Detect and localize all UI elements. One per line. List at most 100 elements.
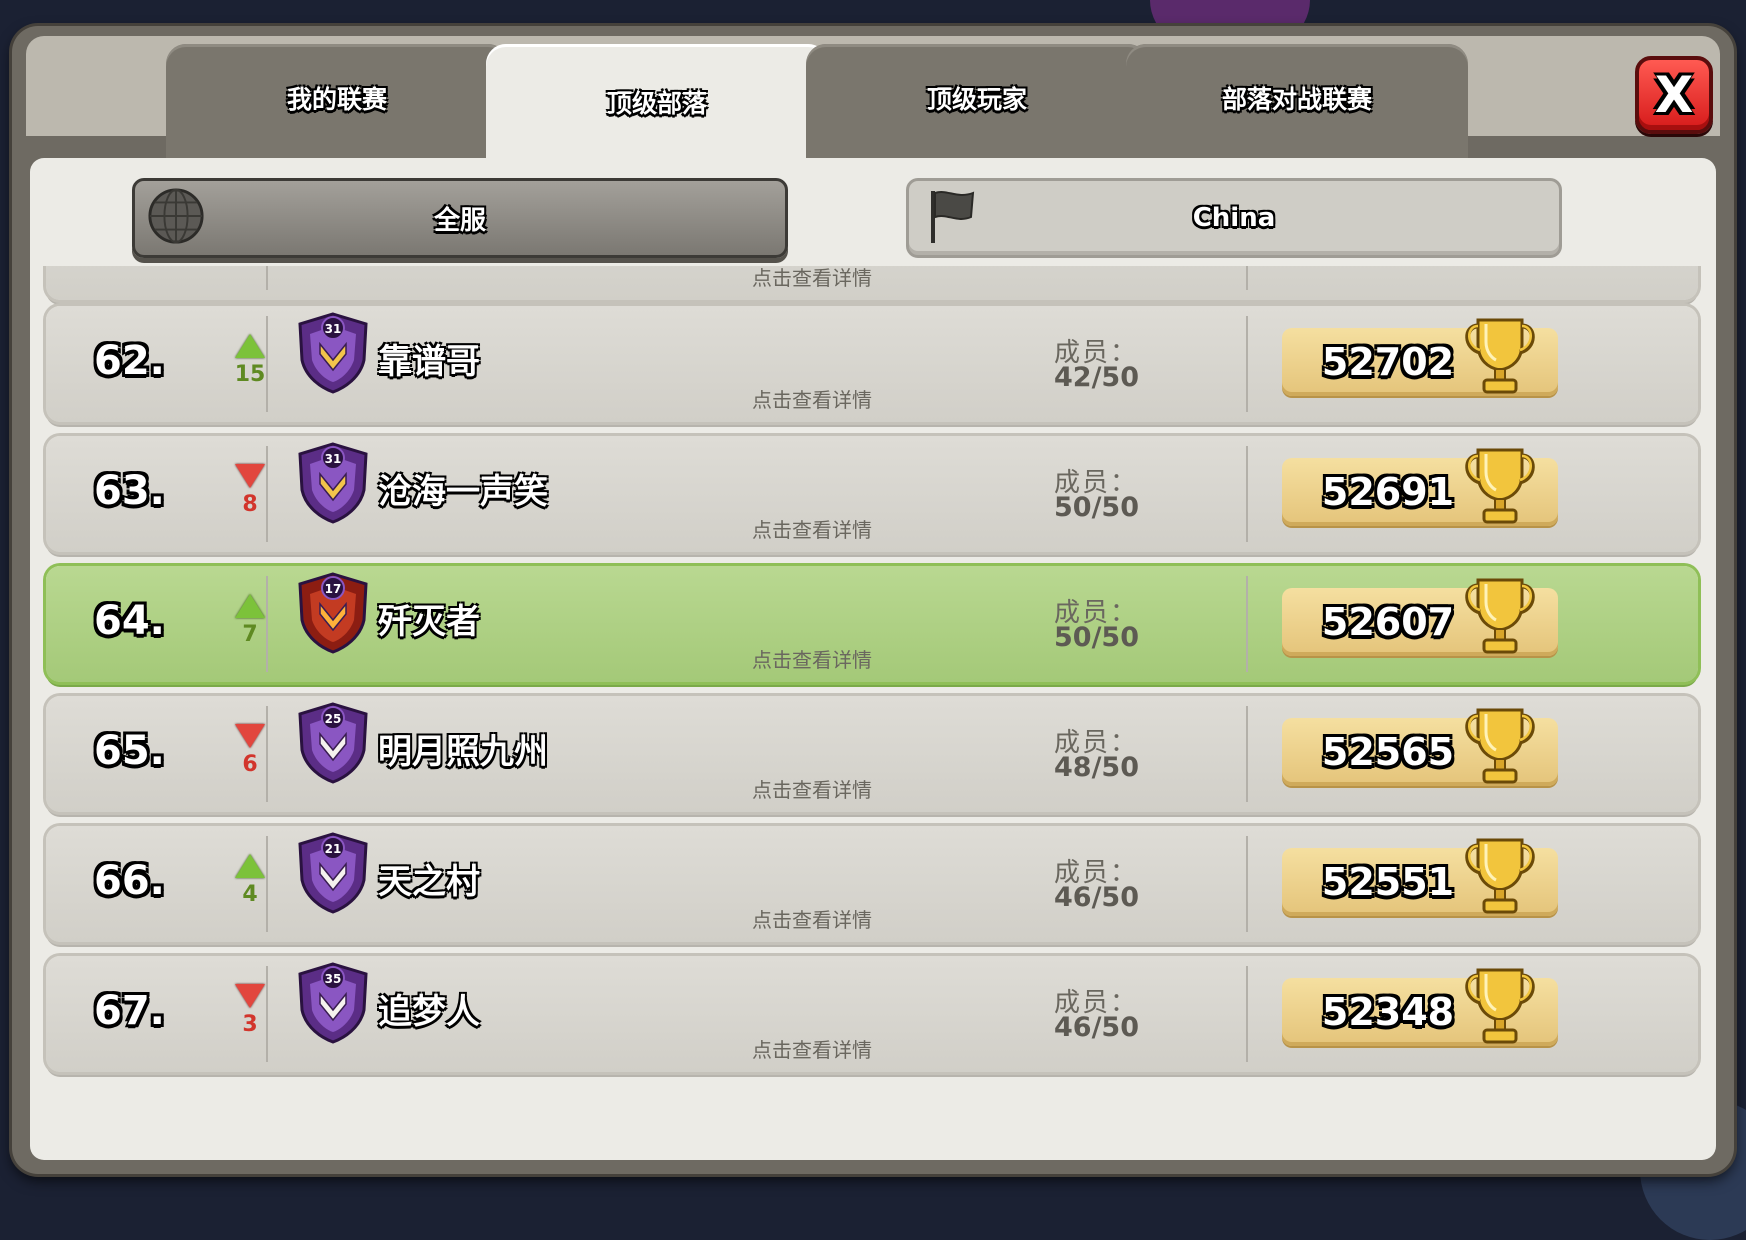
clan-badge-icon: 21	[298, 832, 368, 914]
trophy-count: 52551	[1321, 860, 1455, 904]
country-filter-label: China	[1192, 203, 1276, 233]
clan-name: 沧海一声笑	[378, 472, 548, 512]
trophy-count: 52565	[1321, 730, 1455, 774]
badge-level: 31	[325, 322, 342, 336]
trophy-count: 52607	[1321, 600, 1455, 644]
trophy-count-box: 52348	[1282, 968, 1558, 1046]
content-panel: 全服 China 点击查看详情 62. 15 31 靠谱哥 点击查看详情 成员：…	[30, 158, 1716, 1160]
tab-my-league[interactable]: 我的联赛	[166, 44, 508, 164]
tab-top-players[interactable]: 顶级玩家	[806, 44, 1148, 164]
rank-change: 15	[234, 362, 266, 387]
badge-level: 35	[325, 972, 342, 986]
rank-trend: 3	[232, 984, 268, 1037]
view-details-label: 点击查看详情	[752, 778, 872, 802]
rank-change: 4	[242, 882, 258, 907]
members-count: 46/50	[1054, 1012, 1140, 1043]
rank-number: 64.	[94, 598, 165, 644]
view-details-label: 点击查看详情	[752, 388, 872, 412]
arrow-down-icon	[235, 984, 265, 1008]
clan-badge-icon: 25	[298, 702, 368, 784]
badge-level: 21	[325, 842, 342, 856]
rank-change: 3	[242, 1012, 258, 1037]
rank-trend: 4	[232, 854, 268, 907]
close-button[interactable]: X	[1635, 56, 1713, 134]
flag-icon	[931, 191, 975, 243]
trophy-count: 52702	[1321, 340, 1455, 384]
rank-number: 63.	[94, 468, 165, 514]
members-count: 50/50	[1054, 492, 1140, 523]
members-count: 50/50	[1054, 622, 1140, 653]
rank-trend: 6	[232, 724, 268, 777]
row-divider	[1246, 966, 1248, 1062]
tab-label: 我的联赛	[286, 85, 387, 114]
clan-name: 歼灭者	[378, 602, 480, 642]
row-divider	[266, 576, 268, 672]
row-divider	[1246, 576, 1248, 672]
arrow-up-icon	[235, 854, 265, 878]
badge-level: 17	[325, 582, 342, 596]
members-count: 46/50	[1054, 882, 1140, 913]
arrow-down-icon	[235, 724, 265, 748]
trophy-count-box: 52607	[1282, 578, 1558, 656]
tab-top-clans[interactable]: 顶级部落	[486, 44, 828, 172]
clan-row[interactable]: 64. 7 17 歼灭者 点击查看详情 成员： 50/50 52607	[46, 566, 1698, 682]
tab-clan-war-leagues[interactable]: 部落对战联赛	[1126, 44, 1468, 164]
rank-number: 67.	[94, 988, 165, 1034]
trophy-icon	[1465, 578, 1535, 654]
clan-row[interactable]: 62. 15 31 靠谱哥 点击查看详情 成员： 42/50 52702	[46, 306, 1698, 422]
rank-change: 6	[242, 752, 258, 777]
clan-badge-icon: 31	[298, 442, 368, 524]
leaderboard-window: 我的联赛 顶级部落 顶级玩家 部落对战联赛 X 全服 China 点击查看详情 …	[12, 26, 1734, 1174]
rank-number: 65.	[94, 728, 165, 774]
trophy-count: 52348	[1321, 990, 1455, 1034]
close-icon: X	[1654, 66, 1694, 124]
rank-trend: 15	[232, 334, 268, 387]
row-divider	[1246, 266, 1248, 290]
clan-row[interactable]: 63. 8 31 沧海一声笑 点击查看详情 成员： 50/50 52691	[46, 436, 1698, 552]
rank-change: 7	[242, 622, 258, 647]
row-divider	[266, 966, 268, 1062]
trophy-icon	[1465, 318, 1535, 394]
clan-row[interactable]: 66. 4 21 天之村 点击查看详情 成员： 46/50 52551	[46, 826, 1698, 942]
arrow-up-icon	[235, 334, 265, 358]
row-divider	[266, 446, 268, 542]
trophy-count-box: 52702	[1282, 318, 1558, 396]
view-details-label: 点击查看详情	[752, 518, 872, 542]
tab-label: 顶级玩家	[926, 85, 1027, 114]
row-divider	[1246, 836, 1248, 932]
view-details-label: 点击查看详情	[752, 266, 872, 290]
row-divider	[1246, 446, 1248, 542]
view-details-label: 点击查看详情	[752, 1038, 872, 1062]
view-details-label: 点击查看详情	[752, 648, 872, 672]
tab-label: 部落对战联赛	[1221, 85, 1372, 114]
badge-level: 25	[325, 712, 342, 726]
row-divider	[1246, 706, 1248, 802]
members-count: 42/50	[1054, 362, 1140, 393]
globe-icon	[148, 188, 204, 244]
clan-row[interactable]: 65. 6 25 明月照九州 点击查看详情 成员： 48/50 52565	[46, 696, 1698, 812]
clan-row[interactable]: 67. 3 35 追梦人 点击查看详情 成员： 46/50 52348	[46, 956, 1698, 1072]
clan-name: 明月照九州	[378, 732, 548, 772]
clan-badge-icon: 17	[298, 572, 368, 654]
country-filter-button[interactable]: China	[906, 178, 1562, 258]
arrow-down-icon	[235, 464, 265, 488]
view-details-label: 点击查看详情	[752, 908, 872, 932]
trophy-icon	[1465, 708, 1535, 784]
clan-name: 天之村	[378, 862, 480, 902]
trophy-icon	[1465, 448, 1535, 524]
tab-label: 顶级部落	[606, 89, 707, 118]
global-filter-button[interactable]: 全服	[132, 178, 788, 258]
global-filter-label: 全服	[433, 205, 486, 236]
row-divider	[1246, 316, 1248, 412]
rank-number: 66.	[94, 858, 165, 904]
clan-row-partial[interactable]: 点击查看详情	[46, 266, 1698, 300]
rank-change: 8	[242, 492, 258, 517]
row-divider	[266, 706, 268, 802]
clan-list: 点击查看详情 62. 15 31 靠谱哥 点击查看详情 成员： 42/50 52…	[30, 266, 1716, 1160]
clan-name: 靠谱哥	[378, 342, 480, 382]
trophy-count-box: 52551	[1282, 838, 1558, 916]
rank-trend: 8	[232, 464, 268, 517]
row-divider	[266, 836, 268, 932]
clan-badge-icon: 35	[298, 962, 368, 1044]
trophy-count-box: 52565	[1282, 708, 1558, 786]
